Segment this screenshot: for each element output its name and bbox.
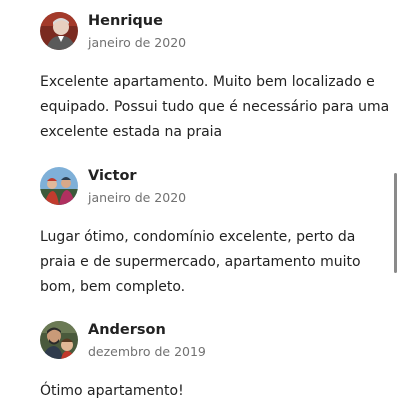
review-item: Victor janeiro de 2020 Lugar ótimo, cond…	[40, 167, 390, 295]
person-photo-icon	[40, 12, 78, 50]
reviewer-name: Victor	[88, 168, 137, 184]
reviews-list: Henrique janeiro de 2020 Excelente apart…	[0, 0, 420, 420]
review-text: Ótimo apartamento!	[40, 383, 184, 399]
reviewer-name: Henrique	[88, 13, 163, 29]
review-date: janeiro de 2020	[88, 35, 187, 50]
review-text: Lugar ótimo, condomínio excelente, perto…	[40, 229, 361, 295]
reviewer-name: Anderson	[88, 322, 166, 338]
person-photo-icon	[40, 321, 78, 359]
review-header: Henrique janeiro de 2020	[40, 12, 390, 52]
review-date: janeiro de 2020	[88, 190, 187, 205]
scrollbar[interactable]	[394, 0, 398, 420]
review-header: Anderson dezembro de 2019	[40, 321, 390, 361]
review-item: Henrique janeiro de 2020 Excelente apart…	[40, 12, 390, 140]
review-date: dezembro de 2019	[88, 344, 206, 359]
avatar[interactable]	[40, 321, 78, 359]
review-header: Victor janeiro de 2020	[40, 167, 390, 207]
review-text: Excelente apartamento. Muito bem localiz…	[40, 74, 390, 140]
scrollbar-thumb[interactable]	[394, 173, 397, 273]
person-photo-icon	[40, 167, 78, 205]
avatar[interactable]	[40, 12, 78, 50]
review-item: Anderson dezembro de 2019 Ótimo apartame…	[40, 321, 390, 399]
avatar[interactable]	[40, 167, 78, 205]
